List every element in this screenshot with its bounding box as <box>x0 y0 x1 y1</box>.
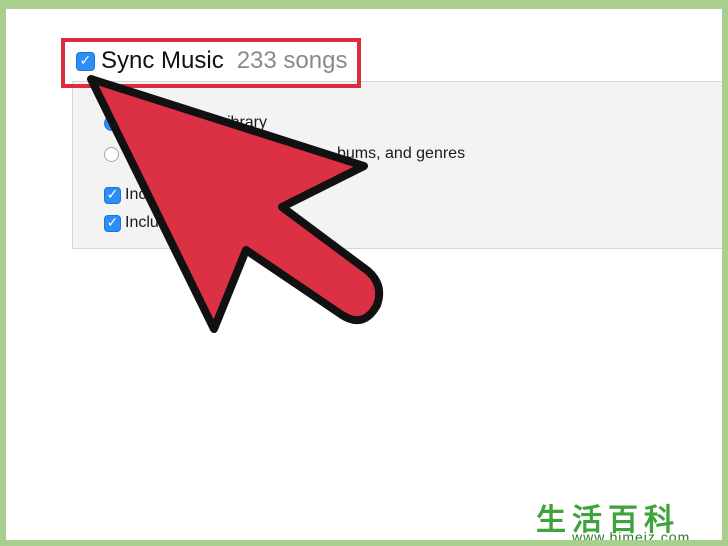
watermark-url: www.bimeiz.com <box>572 529 691 540</box>
site-watermark: 生活百科 www.bimeiz.com <box>532 495 722 540</box>
pointer-arrow <box>87 75 384 333</box>
itunes-sync-screen: ibrary bums, and genres ✓ Inc ✓ Inclu ✓ … <box>6 9 722 540</box>
